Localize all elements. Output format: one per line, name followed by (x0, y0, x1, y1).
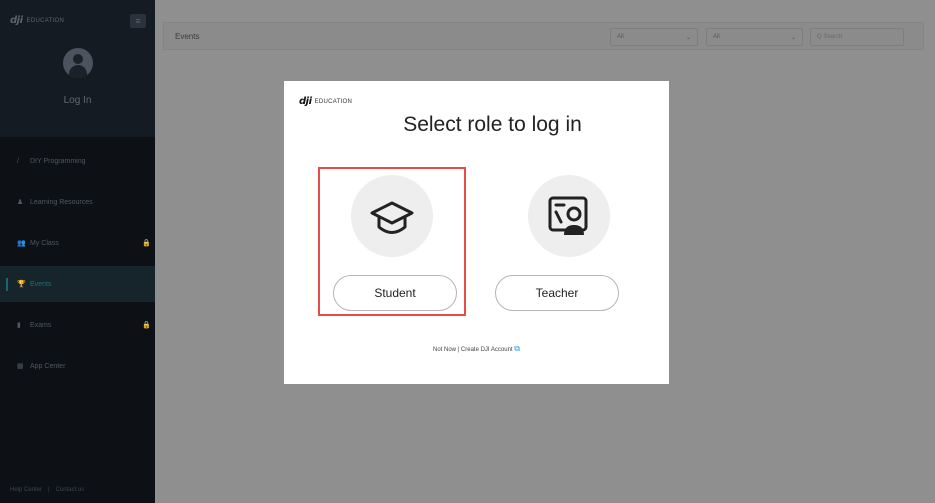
sidebar-footer: Help Center | Contact us (10, 487, 85, 493)
role-select-dialog: dji EDUCATION Select role to log in Stud… (284, 81, 669, 384)
user-icon (73, 54, 83, 64)
trophy-icon: 🏆 (17, 281, 26, 288)
page-title: Events (175, 32, 200, 41)
sidebar-item-label: Events (30, 280, 52, 288)
help-center-link[interactable]: Help Center (10, 487, 42, 493)
student-role-card[interactable]: Student (318, 167, 466, 316)
sidebar-item-app-center[interactable]: ▦ App Center (0, 348, 155, 384)
graduation-cap-icon (370, 201, 414, 234)
sidebar-item-label: DIY Programming (30, 157, 86, 165)
filter-select-2[interactable]: All ⌄ (706, 28, 803, 46)
teacher-role-card[interactable]: Teacher (493, 167, 641, 316)
hamburger-icon: ≡ (135, 16, 141, 26)
dialog-footer-links: Not Now | Create DJI Account ⧉ (432, 344, 520, 353)
sidebar-item-exams[interactable]: ▮ Exams 🔒 (0, 307, 155, 343)
chevron-down-icon: ⌄ (685, 34, 691, 41)
teacher-icon-circle (528, 175, 610, 257)
create-dji-account-link[interactable]: Create DJI Account (461, 347, 513, 353)
teacher-button[interactable]: Teacher (495, 275, 619, 311)
contact-us-link[interactable]: Contact us (56, 487, 85, 493)
sidebar-item-events[interactable]: 🏆 Events (0, 266, 155, 302)
sidebar: dji EDUCATION ≡ Log In / DIY Programming… (0, 0, 155, 503)
learner-icon: ♟ (17, 199, 24, 206)
sidebar-item-my-class[interactable]: 👥 My Class 🔒 (0, 225, 155, 261)
student-button[interactable]: Student (333, 275, 457, 311)
student-icon-circle (351, 175, 433, 257)
sidebar-item-learning-resources[interactable]: ♟ Learning Resources (0, 184, 155, 220)
search-input[interactable]: Q Search (810, 28, 904, 46)
sidebar-item-label: App Center (30, 362, 66, 370)
exam-icon: ▮ (17, 322, 21, 329)
pencil-icon: / (17, 157, 19, 165)
menu-toggle-button[interactable]: ≡ (130, 14, 146, 28)
login-link[interactable]: Log In (0, 95, 155, 106)
chevron-down-icon: ⌄ (790, 34, 796, 41)
group-icon: 👥 (17, 240, 26, 247)
sidebar-item-label: Learning Resources (30, 198, 93, 206)
lock-icon: 🔒 (142, 240, 151, 247)
events-header-bar: Events All ⌄ All ⌄ Q Search (163, 22, 924, 50)
filter-select-1[interactable]: All ⌄ (610, 28, 698, 46)
sidebar-item-label: My Class (30, 239, 59, 247)
sidebar-item-label: Exams (30, 321, 52, 329)
avatar[interactable] (63, 48, 93, 78)
grid-icon: ▦ (17, 363, 24, 370)
sidebar-item-diy-programming[interactable]: / DIY Programming (0, 143, 155, 179)
dji-education-logo: dji EDUCATION (10, 15, 65, 26)
teacher-board-icon (548, 196, 588, 235)
lock-icon: 🔒 (142, 322, 151, 329)
external-link-icon[interactable]: ⧉ (514, 344, 520, 353)
not-now-link[interactable]: Not Now (433, 347, 456, 353)
sidebar-header: dji EDUCATION ≡ Log In (0, 0, 155, 137)
dialog-title: Select role to log in (403, 113, 582, 136)
dji-education-logo: dji EDUCATION (299, 96, 353, 107)
